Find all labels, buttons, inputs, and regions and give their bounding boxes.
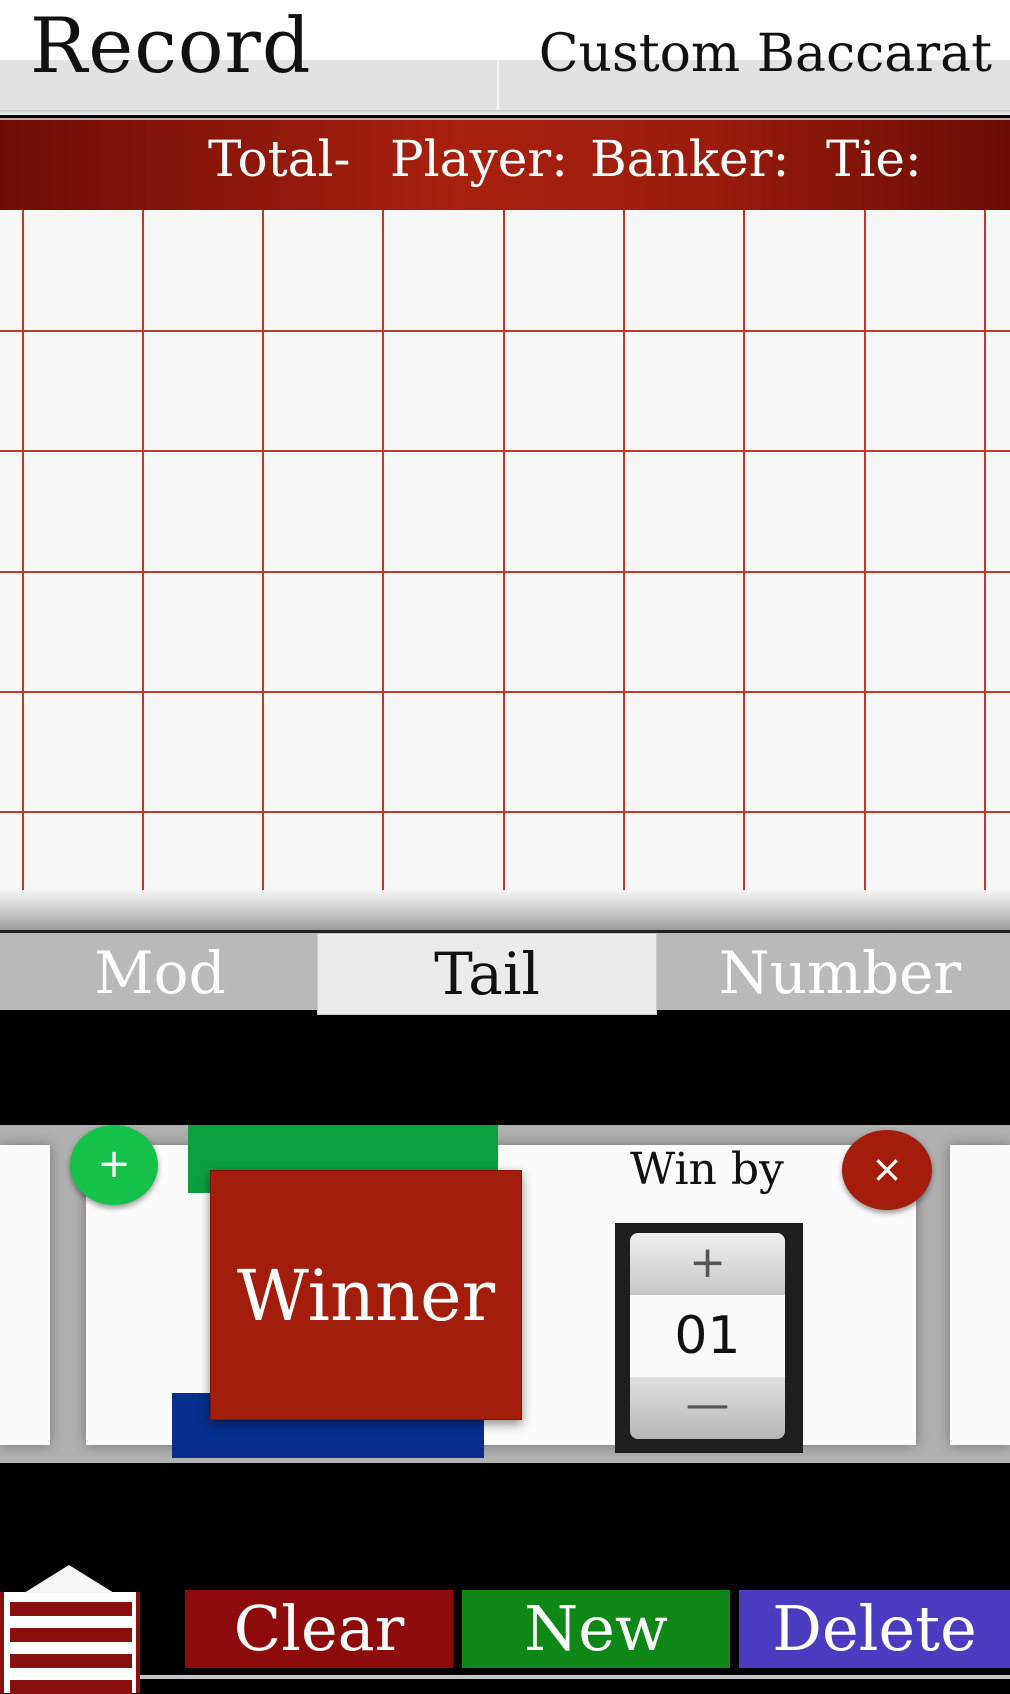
grid-line bbox=[0, 691, 1010, 693]
grid-line bbox=[382, 210, 384, 950]
delete-button[interactable]: Delete bbox=[739, 1590, 1010, 1668]
add-button[interactable]: + bbox=[70, 1125, 158, 1205]
grid-line bbox=[0, 450, 1010, 452]
winner-selector[interactable]: Winner bbox=[210, 1170, 522, 1420]
menu-icon-bar bbox=[10, 1654, 132, 1668]
grid-line bbox=[22, 210, 24, 950]
menu-icon-bar bbox=[10, 1680, 132, 1694]
prev-card[interactable] bbox=[0, 1145, 50, 1445]
banker-total-label: Banker: bbox=[590, 130, 790, 188]
decrement-button[interactable]: — bbox=[630, 1377, 785, 1439]
player-total-label: Player: bbox=[390, 130, 569, 188]
grid-line bbox=[0, 811, 1010, 813]
remove-button[interactable]: × bbox=[842, 1130, 932, 1210]
menu-icon-bar bbox=[10, 1628, 132, 1642]
grid-line bbox=[864, 210, 866, 950]
page-title: Record bbox=[30, 1, 312, 90]
next-card[interactable] bbox=[950, 1145, 1010, 1445]
plus-icon: + bbox=[97, 1141, 131, 1187]
header-shadow bbox=[0, 110, 1010, 115]
grid-line bbox=[0, 330, 1010, 332]
grid-line bbox=[142, 210, 144, 950]
new-button[interactable]: New bbox=[462, 1590, 730, 1668]
header-divider bbox=[497, 60, 499, 112]
increment-button[interactable]: + bbox=[630, 1233, 785, 1295]
bottom-divider bbox=[140, 1675, 1010, 1679]
totals-bar: Total- Player: Banker: Tie: bbox=[0, 118, 1010, 210]
mode-tabs: Mod Tail Number bbox=[0, 930, 1010, 1015]
menu-icon bbox=[10, 1602, 132, 1616]
tie-total-label: Tie: bbox=[826, 130, 922, 188]
record-grid[interactable] bbox=[0, 210, 1010, 900]
total-label: Total- bbox=[208, 130, 351, 188]
menu-tip-icon bbox=[24, 1565, 114, 1593]
grid-bottom-shadow bbox=[0, 890, 1010, 930]
close-icon: × bbox=[871, 1147, 903, 1191]
tab-tail[interactable]: Tail bbox=[317, 933, 657, 1015]
win-by-value[interactable]: 01 bbox=[630, 1295, 785, 1377]
grid-line bbox=[623, 210, 625, 950]
clear-button[interactable]: Clear bbox=[185, 1590, 453, 1668]
grid-line bbox=[984, 210, 986, 950]
tab-mod[interactable]: Mod bbox=[60, 933, 260, 1013]
menu-button[interactable] bbox=[0, 1592, 140, 1694]
tab-number[interactable]: Number bbox=[700, 933, 980, 1013]
grid-line bbox=[0, 571, 1010, 573]
app-subtitle: Custom Baccarat bbox=[538, 24, 992, 84]
grid-line bbox=[262, 210, 264, 950]
grid-line bbox=[743, 210, 745, 950]
grid-line bbox=[503, 210, 505, 950]
win-by-label: Win by bbox=[630, 1144, 784, 1195]
